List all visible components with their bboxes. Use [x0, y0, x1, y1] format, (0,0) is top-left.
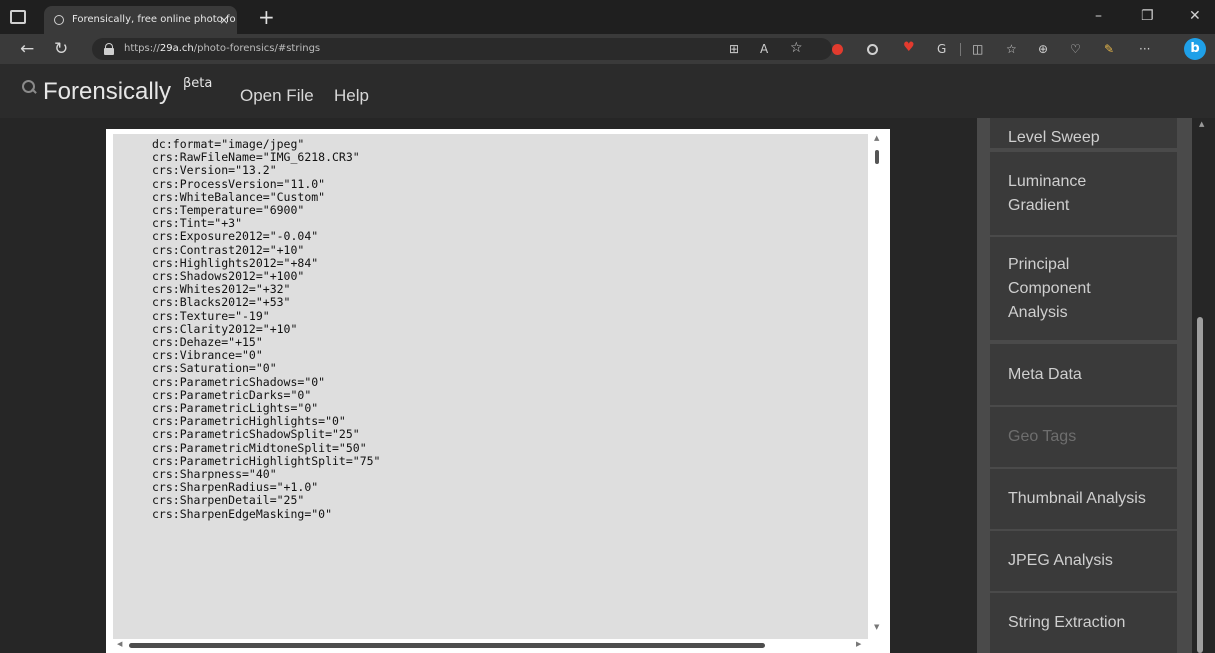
content-panel: dc:format="image/jpeg" crs:RawFileName="…: [0, 118, 977, 653]
back-arrow-icon[interactable]: ←: [20, 39, 34, 59]
tool-thumbnail-analysis[interactable]: Thumbnail Analysis: [990, 469, 1177, 529]
strings-vertical-scrollbar[interactable]: ▲ ▼: [870, 134, 884, 639]
open-file-link[interactable]: Open File: [240, 86, 314, 106]
url-text: https://29a.ch/photo-forensics/#strings: [124, 43, 321, 54]
scroll-right-icon[interactable]: ▶: [856, 640, 861, 648]
site-favicon-icon: [54, 15, 64, 25]
minimize-button[interactable]: –: [1095, 8, 1102, 24]
strings-horizontal-scrollbar[interactable]: ◀ ▶: [113, 639, 868, 653]
read-aloud-icon[interactable]: A: [760, 42, 768, 56]
favorites-icon[interactable]: ☆: [1006, 42, 1017, 56]
tool-level-sweep[interactable]: Level Sweep: [990, 118, 1177, 148]
site-header: Forensically βeta Open File Help: [0, 64, 1215, 118]
strings-output-frame: dc:format="image/jpeg" crs:RawFileName="…: [106, 129, 890, 653]
new-tab-button[interactable]: +: [258, 5, 275, 29]
split-screen-icon[interactable]: ◫: [972, 42, 983, 56]
browser-tab[interactable]: Forensically, free online photo fo ×: [44, 6, 237, 34]
page-scroll-up-icon[interactable]: ▲: [1199, 120, 1204, 128]
tool-principal-component-analysis[interactable]: Principal Component Analysis: [990, 237, 1177, 340]
tool-string-extraction[interactable]: String Extraction: [990, 593, 1177, 653]
page-scroll-thumb[interactable]: [1197, 317, 1203, 653]
scroll-up-icon[interactable]: ▲: [874, 134, 879, 142]
extension-heart-icon[interactable]: ♥: [903, 41, 915, 55]
bing-icon[interactable]: b: [1184, 38, 1206, 60]
scroll-left-icon[interactable]: ◀: [117, 640, 122, 648]
beta-label: βeta: [183, 76, 213, 91]
tool-luminance-gradient[interactable]: Luminance Gradient: [990, 152, 1177, 235]
browser-essentials-icon[interactable]: ♡: [1070, 42, 1081, 56]
tab-close-icon[interactable]: ×: [219, 6, 229, 34]
horizontal-scroll-thumb[interactable]: [129, 643, 765, 648]
extension-circle-icon[interactable]: [867, 44, 878, 55]
url-field[interactable]: https://29a.ch/photo-forensics/#strings …: [92, 38, 832, 60]
main-area: dc:format="image/jpeg" crs:RawFileName="…: [0, 118, 1215, 653]
refresh-icon[interactable]: ↻: [54, 39, 68, 59]
restore-button[interactable]: ❐: [1141, 8, 1154, 24]
strings-output-textarea[interactable]: dc:format="image/jpeg" crs:RawFileName="…: [113, 134, 868, 639]
lock-icon: [104, 43, 114, 55]
tool-geo-tags[interactable]: Geo Tags: [990, 407, 1177, 467]
tool-label: Thumbnail Analysis: [1008, 490, 1146, 507]
magnifier-logo-icon: [22, 80, 36, 94]
tool-label: Meta Data: [1008, 365, 1082, 383]
address-bar-row: ← ↻ https://29a.ch/photo-forensics/#stri…: [0, 34, 1215, 64]
collections-icon[interactable]: ⊕: [1038, 42, 1048, 56]
close-window-button[interactable]: ✕: [1189, 8, 1201, 24]
tab-title: Forensically, free online photo fo: [72, 14, 236, 25]
tool-label: JPEG Analysis: [1008, 552, 1113, 569]
scroll-down-icon[interactable]: ▼: [874, 623, 879, 631]
extension-brush-icon[interactable]: ✎: [1104, 42, 1114, 56]
more-icon[interactable]: ···: [1139, 42, 1150, 56]
tools-sidebar: Level Sweep Luminance Gradient Principal…: [977, 118, 1192, 653]
tool-label: Luminance Gradient: [1008, 172, 1087, 214]
tool-jpeg-analysis[interactable]: JPEG Analysis: [990, 531, 1177, 591]
favorite-star-icon[interactable]: ☆: [790, 41, 803, 55]
toolbar-divider: [960, 43, 961, 56]
tab-actions-icon[interactable]: [10, 10, 26, 24]
extension-g-icon[interactable]: G: [937, 42, 946, 56]
browser-tab-strip: Forensically, free online photo fo × + –…: [0, 0, 1215, 34]
help-link[interactable]: Help: [334, 86, 369, 106]
tool-label: Level Sweep: [1008, 129, 1100, 146]
app-available-icon[interactable]: ⊞: [729, 42, 739, 56]
tool-label: Geo Tags: [1008, 428, 1077, 445]
tool-label: String Extraction: [1008, 614, 1126, 631]
vertical-scroll-thumb[interactable]: [875, 150, 879, 164]
site-title[interactable]: Forensically: [43, 78, 171, 106]
tool-meta-data[interactable]: Meta Data: [990, 344, 1177, 405]
tool-label: Principal Component Analysis: [1008, 255, 1091, 321]
page-scrollbar[interactable]: ▲: [1192, 118, 1215, 653]
strings-output-text: dc:format="image/jpeg" crs:RawFileName="…: [152, 137, 381, 521]
extension-red-icon[interactable]: [832, 44, 843, 55]
